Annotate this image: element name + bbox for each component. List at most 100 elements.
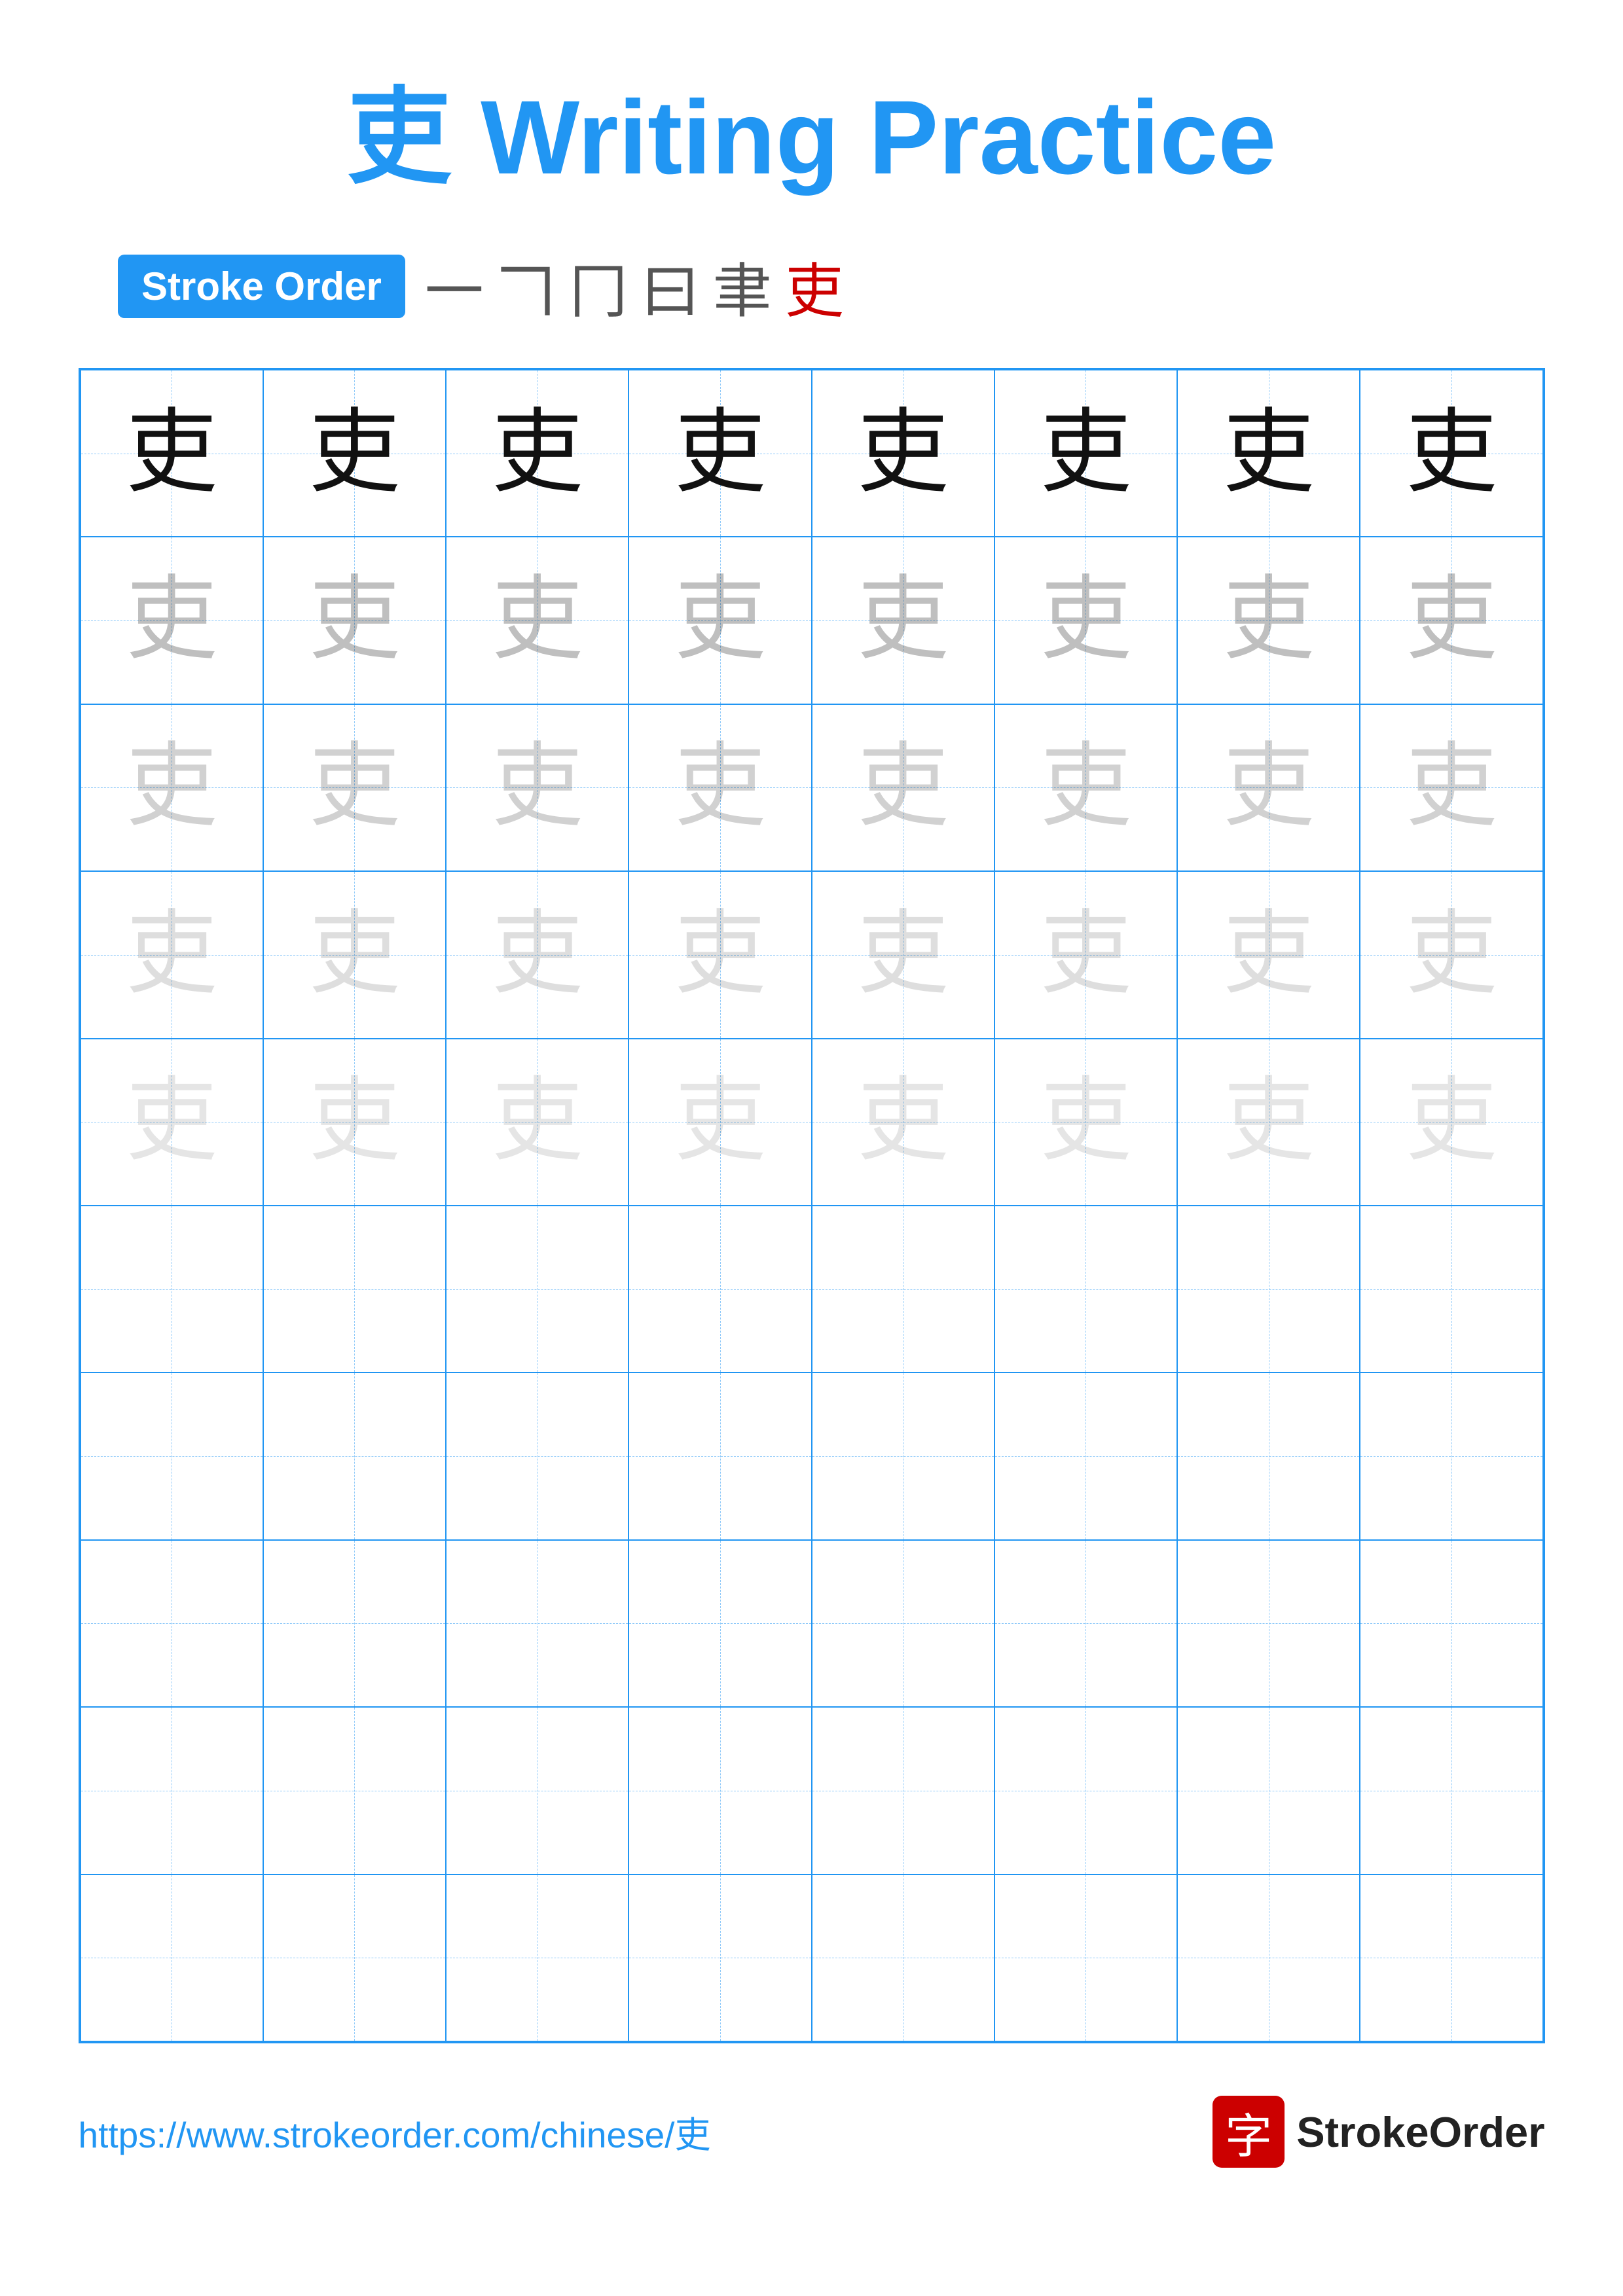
grid-cell[interactable]	[81, 1372, 263, 1539]
grid-cell[interactable]	[446, 1874, 629, 2041]
grid-cell[interactable]: 吏	[812, 370, 994, 537]
grid-cell[interactable]: 吏	[263, 1039, 446, 1206]
grid-cell[interactable]	[81, 1707, 263, 1874]
grid-cell[interactable]: 吏	[629, 871, 811, 1038]
grid-cell[interactable]	[446, 1707, 629, 1874]
grid-cell[interactable]	[446, 1206, 629, 1372]
grid-cell[interactable]	[1360, 1707, 1542, 1874]
grid-cell[interactable]: 吏	[1177, 370, 1360, 537]
grid-cell[interactable]: 吏	[446, 704, 629, 871]
practice-char: 吏	[126, 575, 217, 666]
grid-cell[interactable]: 吏	[812, 1039, 994, 1206]
grid-cell[interactable]	[1177, 1707, 1360, 1874]
grid-cell[interactable]: 吏	[81, 370, 263, 537]
grid-cell[interactable]: 吏	[263, 370, 446, 537]
grid-cell[interactable]	[1177, 1206, 1360, 1372]
grid-cell[interactable]	[446, 1372, 629, 1539]
grid-cell[interactable]	[812, 1874, 994, 2041]
practice-char: 吏	[1223, 1076, 1315, 1168]
grid-cell[interactable]	[629, 1707, 811, 1874]
grid-cell[interactable]	[1360, 1372, 1542, 1539]
grid-cell[interactable]: 吏	[1360, 1039, 1542, 1206]
practice-char: 吏	[1040, 909, 1131, 1001]
grid-cell[interactable]: 吏	[1177, 537, 1360, 704]
grid-cell[interactable]: 吏	[812, 537, 994, 704]
grid-cell[interactable]: 吏	[1177, 1039, 1360, 1206]
grid-cell[interactable]	[263, 1540, 446, 1707]
grid-cell[interactable]	[1177, 1874, 1360, 2041]
practice-char: 吏	[1223, 742, 1315, 833]
practice-char: 吏	[126, 1076, 217, 1168]
grid-cell[interactable]: 吏	[1360, 871, 1542, 1038]
grid-cell[interactable]	[1360, 1206, 1542, 1372]
grid-cell[interactable]	[81, 1540, 263, 1707]
practice-char: 吏	[1223, 909, 1315, 1001]
grid-cell[interactable]: 吏	[629, 370, 811, 537]
grid-cell[interactable]: 吏	[629, 537, 811, 704]
grid-cell[interactable]: 吏	[81, 871, 263, 1038]
grid-cell[interactable]: 吏	[994, 1039, 1177, 1206]
practice-char: 吏	[1406, 909, 1497, 1001]
grid-cell[interactable]	[1360, 1540, 1542, 1707]
grid-cell[interactable]	[263, 1874, 446, 2041]
grid-cell[interactable]	[1360, 1874, 1542, 2041]
stroke-order-badge: Stroke Order	[118, 255, 405, 318]
grid-cell[interactable]: 吏	[1360, 537, 1542, 704]
grid-cell[interactable]: 吏	[263, 704, 446, 871]
practice-char: 吏	[1406, 742, 1497, 833]
grid-cell[interactable]	[629, 1874, 811, 2041]
grid-cell[interactable]	[629, 1206, 811, 1372]
grid-cell[interactable]: 吏	[446, 871, 629, 1038]
page-title: 吏 Writing Practice	[347, 52, 1277, 204]
grid-cell[interactable]: 吏	[994, 537, 1177, 704]
grid-cell[interactable]: 吏	[446, 537, 629, 704]
practice-char: 吏	[126, 742, 217, 833]
grid-cell[interactable]	[994, 1372, 1177, 1539]
grid-cell[interactable]	[994, 1206, 1177, 1372]
grid-cell[interactable]: 吏	[81, 537, 263, 704]
grid-cell[interactable]	[263, 1707, 446, 1874]
grid-cell[interactable]: 吏	[994, 871, 1177, 1038]
grid-cell[interactable]: 吏	[446, 370, 629, 537]
practice-char: 吏	[857, 408, 949, 499]
practice-char: 吏	[1223, 575, 1315, 666]
practice-char: 吏	[1040, 408, 1131, 499]
grid-cell[interactable]: 吏	[263, 871, 446, 1038]
grid-cell[interactable]: 吏	[812, 704, 994, 871]
grid-cell[interactable]	[263, 1206, 446, 1372]
grid-cell[interactable]	[81, 1206, 263, 1372]
grid-cell[interactable]: 吏	[1177, 704, 1360, 871]
grid-cell[interactable]	[994, 1540, 1177, 1707]
grid-cell[interactable]: 吏	[629, 704, 811, 871]
grid-cell[interactable]	[812, 1372, 994, 1539]
practice-char: 吏	[308, 408, 400, 499]
grid-cell[interactable]: 吏	[629, 1039, 811, 1206]
practice-char: 吏	[1406, 408, 1497, 499]
practice-char: 吏	[126, 408, 217, 499]
grid-cell[interactable]	[629, 1372, 811, 1539]
grid-cell[interactable]	[1177, 1540, 1360, 1707]
grid-cell[interactable]: 吏	[263, 537, 446, 704]
grid-cell[interactable]: 吏	[81, 1039, 263, 1206]
grid-cell[interactable]: 吏	[994, 370, 1177, 537]
stroke-2: 𠃍	[497, 243, 556, 329]
footer-url: https://www.strokeorder.com/chinese/吏	[79, 2106, 711, 2158]
grid-cell[interactable]: 吏	[446, 1039, 629, 1206]
grid-cell[interactable]: 吏	[1360, 704, 1542, 871]
grid-cell[interactable]	[446, 1540, 629, 1707]
logo-icon: 字	[1213, 2096, 1285, 2168]
grid-cell[interactable]: 吏	[994, 704, 1177, 871]
grid-cell[interactable]	[812, 1540, 994, 1707]
grid-cell[interactable]: 吏	[812, 871, 994, 1038]
grid-cell[interactable]	[812, 1707, 994, 1874]
grid-cell[interactable]	[263, 1372, 446, 1539]
grid-cell[interactable]	[994, 1874, 1177, 2041]
grid-cell[interactable]	[812, 1206, 994, 1372]
grid-cell[interactable]	[1177, 1372, 1360, 1539]
grid-cell[interactable]	[629, 1540, 811, 1707]
grid-cell[interactable]	[81, 1874, 263, 2041]
grid-cell[interactable]: 吏	[1360, 370, 1542, 537]
grid-cell[interactable]: 吏	[81, 704, 263, 871]
grid-cell[interactable]	[994, 1707, 1177, 1874]
grid-cell[interactable]: 吏	[1177, 871, 1360, 1038]
